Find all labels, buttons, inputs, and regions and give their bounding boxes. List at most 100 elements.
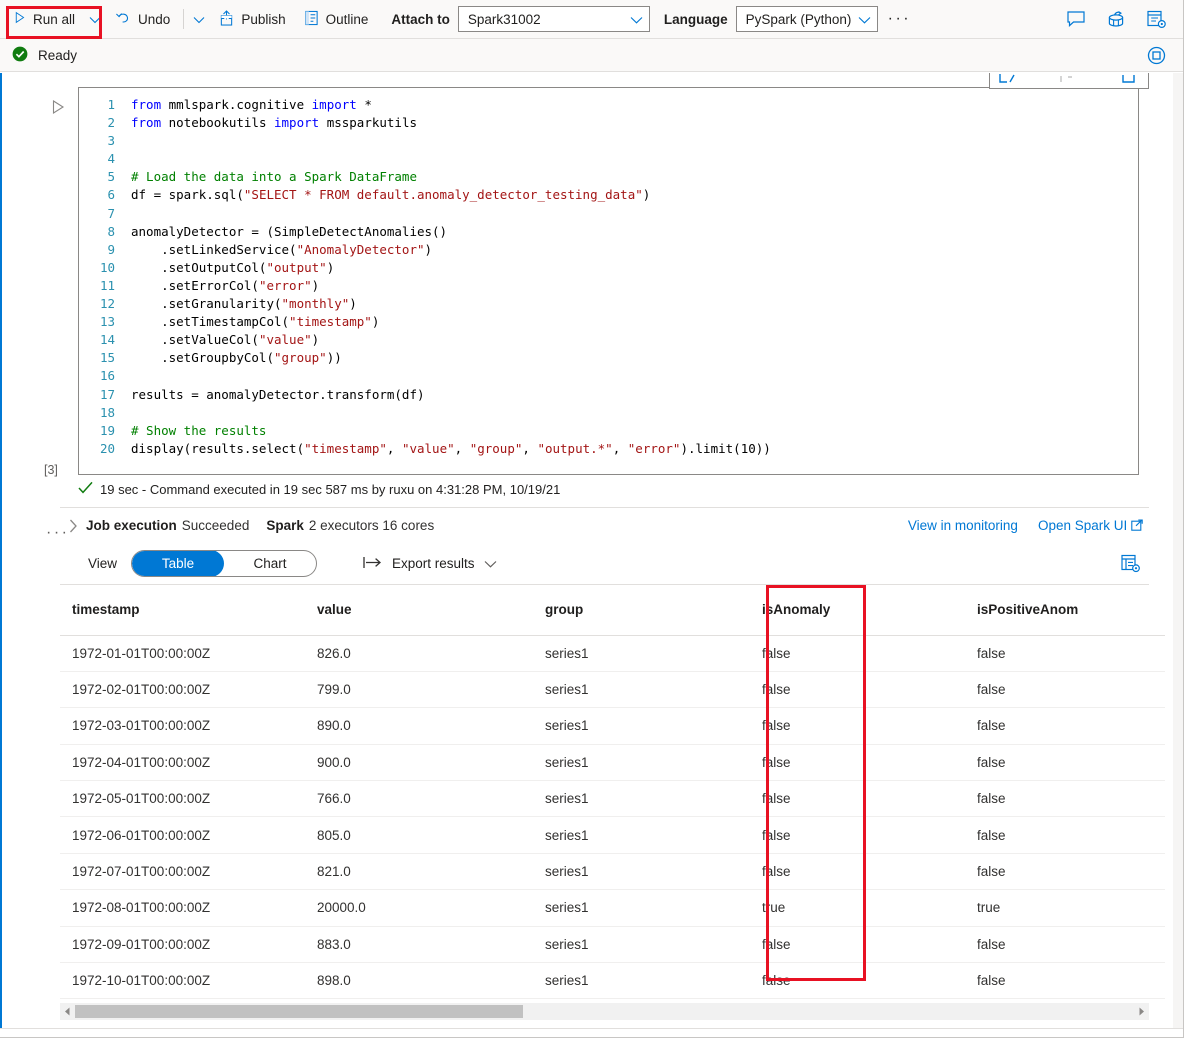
outline-button[interactable]: Outline — [295, 4, 378, 34]
code-line: 5# Load the data into a Spark DataFrame — [79, 168, 1138, 186]
code-line: 17results = anomalyDetector.transform(df… — [79, 386, 1138, 404]
run-all-button[interactable]: Run all — [4, 4, 84, 34]
table-column-header[interactable]: isAnomaly — [750, 585, 965, 635]
table-settings-icon[interactable] — [1117, 551, 1143, 577]
cell-toolbar-icon-right[interactable] — [1120, 73, 1140, 86]
undo-caret-button[interactable] — [188, 4, 210, 34]
publish-button[interactable]: Publish — [210, 4, 294, 34]
table-row[interactable]: 1972-06-01T00:00:00Z805.0series1falsefal… — [60, 817, 1165, 853]
table-cell: series1 — [533, 853, 750, 889]
table-row[interactable]: 1972-07-01T00:00:00Z821.0series1falsefal… — [60, 853, 1165, 889]
scrollbar-thumb[interactable] — [75, 1005, 523, 1018]
run-all-caret-button[interactable] — [84, 4, 106, 34]
tab-table[interactable]: Table — [132, 550, 224, 577]
export-results-button[interactable]: Export results — [363, 556, 497, 572]
code-line-text — [131, 404, 1138, 422]
variables-icon[interactable] — [1103, 6, 1129, 32]
code-body[interactable]: 1from mmlspark.cognitive import *2from n… — [79, 88, 1138, 462]
code-line-number: 18 — [79, 404, 131, 422]
toolbar-overflow-button[interactable]: ··· — [878, 11, 921, 27]
undo-button[interactable]: Undo — [106, 4, 179, 34]
table-cell: series1 — [533, 963, 750, 999]
code-line: 16 — [79, 367, 1138, 385]
cell-floating-toolbar[interactable] — [989, 73, 1149, 89]
view-in-monitoring-link[interactable]: View in monitoring — [908, 518, 1018, 533]
code-cell: [3] ··· 1from mmlspark.cognitive import … — [2, 73, 1173, 503]
code-line-text — [131, 132, 1138, 150]
code-line-number: 5 — [79, 168, 131, 186]
table-column-header[interactable]: isPositiveAnom — [965, 585, 1165, 635]
table-cell: 900.0 — [305, 744, 533, 780]
cell-toolbar-icon-left[interactable] — [998, 73, 1020, 86]
cell-execution-summary-text: 19 sec - Command executed in 19 sec 587 … — [100, 482, 560, 497]
table-cell: false — [965, 853, 1165, 889]
job-execution-bar: Job execution Succeeded Spark 2 executor… — [60, 507, 1149, 543]
code-line: 1from mmlspark.cognitive import * — [79, 96, 1138, 114]
code-line-text: .setGranularity("monthly") — [131, 295, 1138, 313]
attach-to-select[interactable]: Spark31002 — [458, 6, 650, 32]
table-row[interactable]: 1972-01-01T00:00:00Z826.0series1falsefal… — [60, 635, 1165, 671]
table-column-header[interactable]: value — [305, 585, 533, 635]
success-check-icon — [12, 46, 28, 65]
open-spark-ui-link[interactable]: Open Spark UI — [1038, 518, 1143, 533]
chevron-down-icon — [630, 12, 643, 27]
table-cell: series1 — [533, 781, 750, 817]
table-cell: false — [965, 926, 1165, 962]
stop-session-icon[interactable] — [1143, 42, 1169, 68]
table-row[interactable]: 1972-03-01T00:00:00Z890.0series1falsefal… — [60, 708, 1165, 744]
cell-execution-count: [3] — [44, 463, 58, 477]
scroll-right-arrow-icon[interactable] — [1134, 1007, 1149, 1016]
cell-execution-summary: 19 sec - Command executed in 19 sec 587 … — [78, 475, 1139, 503]
table-cell: false — [965, 671, 1165, 707]
table-row[interactable]: 1972-04-01T00:00:00Z900.0series1falsefal… — [60, 744, 1165, 780]
code-line-text: # Load the data into a Spark DataFrame — [131, 168, 1138, 186]
table-cell: true — [965, 890, 1165, 926]
code-line: 4 — [79, 150, 1138, 168]
results-view-toolbar: View Table Chart Export results — [60, 543, 1149, 585]
export-results-label: Export results — [392, 556, 475, 571]
table-cell: series1 — [533, 635, 750, 671]
undo-icon — [115, 10, 131, 28]
table-row[interactable]: 1972-09-01T00:00:00Z883.0series1falsefal… — [60, 926, 1165, 962]
table-cell: 826.0 — [305, 635, 533, 671]
table-cell: series1 — [533, 671, 750, 707]
table-cell: 1972-01-01T00:00:00Z — [60, 635, 305, 671]
page-vertical-scrollbar[interactable] — [1173, 73, 1183, 1037]
results-horizontal-scrollbar[interactable] — [60, 1003, 1149, 1020]
table-row[interactable]: 1972-08-01T00:00:00Z20000.0series1truetr… — [60, 890, 1165, 926]
table-row[interactable]: 1972-10-01T00:00:00Z898.0series1falsefal… — [60, 963, 1165, 999]
cell-run-button[interactable] — [50, 99, 66, 118]
publish-label: Publish — [241, 12, 285, 27]
cell-more-menu-button[interactable]: ··· — [46, 525, 69, 541]
code-line: 10 .setOutputCol("output") — [79, 259, 1138, 277]
table-cell: series1 — [533, 890, 750, 926]
table-row[interactable]: 1972-05-01T00:00:00Z766.0series1falsefal… — [60, 781, 1165, 817]
notebook-canvas: [3] ··· 1from mmlspark.cognitive import … — [0, 73, 1183, 1037]
toolbar-right-actions — [1063, 6, 1175, 32]
code-line-number: 13 — [79, 313, 131, 331]
cell-toolbar-icon-mid[interactable] — [1058, 73, 1082, 86]
table-column-header[interactable]: group — [533, 585, 750, 635]
session-config-icon[interactable] — [1143, 6, 1169, 32]
table-cell: 1972-07-01T00:00:00Z — [60, 853, 305, 889]
table-column-header[interactable]: timestamp — [60, 585, 305, 635]
code-line: 3 — [79, 132, 1138, 150]
outline-icon — [304, 10, 319, 29]
view-label: View — [88, 556, 117, 571]
scroll-left-arrow-icon[interactable] — [60, 1007, 75, 1016]
undo-label: Undo — [138, 12, 170, 27]
scrollbar-track[interactable] — [75, 1005, 1134, 1018]
job-execution-title: Job execution — [86, 518, 177, 533]
comment-icon[interactable] — [1063, 6, 1089, 32]
table-cell: false — [965, 708, 1165, 744]
language-select[interactable]: PySpark (Python) — [736, 6, 878, 32]
table-row[interactable]: 1972-02-01T00:00:00Z799.0series1falsefal… — [60, 671, 1165, 707]
session-status-text: Ready — [38, 48, 77, 63]
outline-label: Outline — [326, 12, 369, 27]
table-cell: false — [750, 671, 965, 707]
code-editor[interactable]: 1from mmlspark.cognitive import *2from n… — [78, 87, 1139, 475]
code-line-text — [131, 367, 1138, 385]
code-line: 11 .setErrorCol("error") — [79, 277, 1138, 295]
code-line-text: .setValueCol("value") — [131, 331, 1138, 349]
tab-chart[interactable]: Chart — [224, 550, 316, 577]
